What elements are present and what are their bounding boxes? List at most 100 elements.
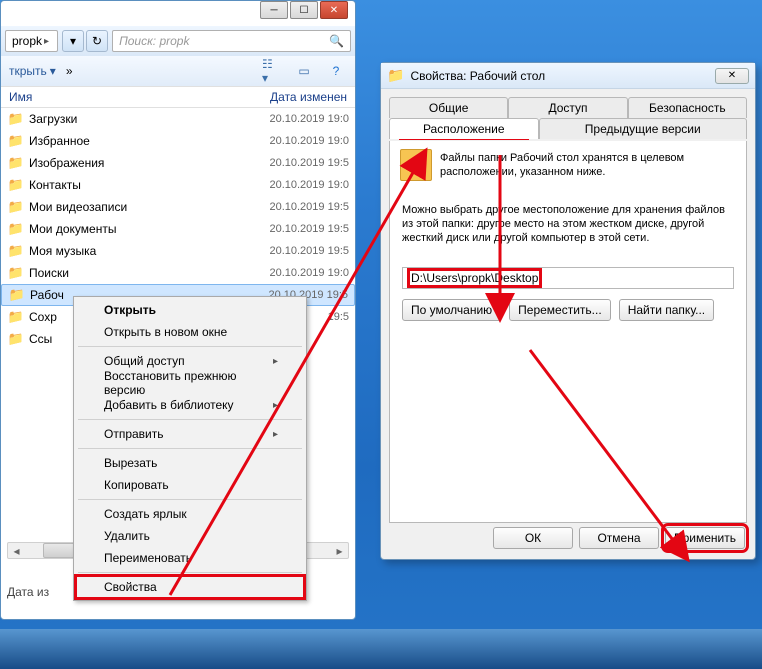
status-bar: Дата из xyxy=(7,585,49,599)
item-name: Мои видеозаписи xyxy=(29,200,265,214)
list-item[interactable]: 📁Поиски20.10.2019 19:0 xyxy=(1,262,355,284)
folder-icon: 📁 xyxy=(7,177,25,193)
item-date: 20.10.2019 19:0 xyxy=(265,267,349,279)
menu-item[interactable]: Свойства xyxy=(76,576,304,598)
menu-item[interactable]: Переименовать xyxy=(76,547,304,569)
menu-label: Вырезать xyxy=(104,456,157,470)
menu-label: Восстановить прежнюю версию xyxy=(104,369,278,397)
folder-icon: 📁 xyxy=(7,243,25,259)
ok-button[interactable]: ОК xyxy=(493,527,573,549)
tab-location[interactable]: Расположение xyxy=(389,118,539,139)
submenu-arrow-icon: ▸ xyxy=(273,429,278,440)
dialog-title: Свойства: Рабочий стол xyxy=(410,69,545,83)
apply-button[interactable]: Применить xyxy=(665,527,745,549)
tab-previous-versions[interactable]: Предыдущие версии xyxy=(539,118,748,139)
item-name: Мои документы xyxy=(29,222,265,236)
find-folder-button[interactable]: Найти папку... xyxy=(619,299,714,321)
view-options-button[interactable]: ☷ ▾ xyxy=(261,61,283,81)
menu-item[interactable]: Удалить xyxy=(76,525,304,547)
properties-dialog: 📁 Свойства: Рабочий стол ✕ Общие Доступ … xyxy=(380,62,756,560)
breadcrumb-segment[interactable]: propk ▸ xyxy=(5,30,58,52)
menu-label: Копировать xyxy=(104,478,169,492)
list-item[interactable]: 📁Мои видеозаписи20.10.2019 19:5 xyxy=(1,196,355,218)
menu-label: Отправить xyxy=(104,427,164,441)
location-path-input[interactable]: D:\Users\propk\Desktop xyxy=(402,267,734,289)
item-date: 20.10.2019 19:5 xyxy=(265,201,349,213)
search-placeholder: Поиск: propk xyxy=(119,34,189,48)
menu-separator xyxy=(78,419,302,420)
item-date: 20.10.2019 19:0 xyxy=(265,135,349,147)
tab-pane-location: Файлы папки Рабочий стол хранятся в целе… xyxy=(389,141,747,523)
menu-label: Общий доступ xyxy=(104,354,185,368)
move-button[interactable]: Переместить... xyxy=(509,299,611,321)
tab-general[interactable]: Общие xyxy=(389,97,508,118)
scroll-right-icon[interactable]: ▸ xyxy=(331,543,348,558)
menu-item[interactable]: Открыть xyxy=(76,299,304,321)
scroll-left-icon[interactable]: ◂ xyxy=(8,543,25,558)
location-path-value: D:\Users\propk\Desktop xyxy=(409,270,540,286)
column-headers: Имя Дата изменен xyxy=(1,86,355,108)
menu-separator xyxy=(78,448,302,449)
explorer-toolbar: ткрыть ▾ » ☷ ▾ ▭ ? xyxy=(1,56,355,86)
list-item[interactable]: 📁Моя музыка20.10.2019 19:5 xyxy=(1,240,355,262)
menu-label: Создать ярлык xyxy=(104,507,187,521)
menu-item[interactable]: Копировать xyxy=(76,474,304,496)
cancel-button[interactable]: Отмена xyxy=(579,527,659,549)
open-dropdown[interactable]: ткрыть ▾ xyxy=(9,64,56,78)
address-bar: propk ▸ ▾ ↻ Поиск: propk 🔍 xyxy=(1,26,355,56)
minimize-button[interactable]: ─ xyxy=(260,1,288,19)
menu-item[interactable]: Вырезать xyxy=(76,452,304,474)
location-description-2: Можно выбрать другое местоположение для … xyxy=(402,203,736,245)
folder-icon: 📁 xyxy=(8,287,26,303)
folder-icon: 📁 xyxy=(7,331,25,347)
dialog-close-button[interactable]: ✕ xyxy=(715,68,749,84)
tab-sharing[interactable]: Доступ xyxy=(508,97,627,118)
column-date[interactable]: Дата изменен xyxy=(262,90,355,104)
folder-icon: 📁 xyxy=(7,309,25,325)
menu-item[interactable]: Создать ярлык xyxy=(76,503,304,525)
list-item[interactable]: 📁 Изображения20.10.2019 19:5 xyxy=(1,152,355,174)
chevron-down-icon: ▾ xyxy=(50,64,56,78)
refresh-button[interactable]: ↻ xyxy=(86,30,108,52)
search-input[interactable]: Поиск: propk 🔍 xyxy=(112,30,351,52)
item-date: 20.10.2019 19:0 xyxy=(265,179,349,191)
open-label: ткрыть xyxy=(9,64,47,78)
menu-item[interactable]: Добавить в библиотеку▸ xyxy=(76,394,304,416)
menu-separator xyxy=(78,572,302,573)
folder-icon: 📁 xyxy=(387,67,404,84)
item-name: Контакты xyxy=(29,178,265,192)
menu-item[interactable]: Открыть в новом окне xyxy=(76,321,304,343)
folder-icon: 📁 xyxy=(7,155,25,171)
list-item[interactable]: 📁Загрузки20.10.2019 19:0 xyxy=(1,108,355,130)
item-name: Моя музыка xyxy=(29,244,265,258)
menu-separator xyxy=(78,499,302,500)
maximize-button[interactable]: ☐ xyxy=(290,1,318,19)
restore-default-button[interactable]: По умолчанию xyxy=(402,299,501,321)
overflow-icon[interactable]: » xyxy=(66,64,73,78)
menu-label: Свойства xyxy=(104,580,157,594)
list-item[interactable]: 📁 Контакты20.10.2019 19:0 xyxy=(1,174,355,196)
folder-icon: 📁 xyxy=(7,221,25,237)
list-item[interactable]: 📁 Мои документы20.10.2019 19:5 xyxy=(1,218,355,240)
item-date: 20.10.2019 19:5 xyxy=(265,157,349,169)
preview-pane-button[interactable]: ▭ xyxy=(293,61,315,81)
item-date: 19:5 xyxy=(324,311,349,323)
tab-security[interactable]: Безопасность xyxy=(628,97,747,118)
submenu-arrow-icon: ▸ xyxy=(273,400,278,411)
dialog-titlebar: 📁 Свойства: Рабочий стол ✕ xyxy=(381,63,755,89)
help-button[interactable]: ? xyxy=(325,61,347,81)
item-name: Изображения xyxy=(29,156,265,170)
folder-icon: 📁 xyxy=(7,111,25,127)
history-dropdown-button[interactable]: ▾ xyxy=(62,30,84,52)
folder-icon: 📁 xyxy=(7,265,25,281)
column-name[interactable]: Имя xyxy=(1,90,262,104)
menu-item[interactable]: Отправить ▸ xyxy=(76,423,304,445)
menu-item[interactable]: Восстановить прежнюю версию xyxy=(76,372,304,394)
item-date: 20.10.2019 19:0 xyxy=(265,113,349,125)
taskbar[interactable] xyxy=(0,629,762,669)
search-icon: 🔍 xyxy=(329,34,344,48)
close-button[interactable]: ✕ xyxy=(320,1,348,19)
item-date: 20.10.2019 19:5 xyxy=(265,223,349,235)
context-menu: ОткрытьОткрыть в новом окне Общий доступ ▸… xyxy=(73,296,307,601)
list-item[interactable]: 📁Избранное20.10.2019 19:0 xyxy=(1,130,355,152)
